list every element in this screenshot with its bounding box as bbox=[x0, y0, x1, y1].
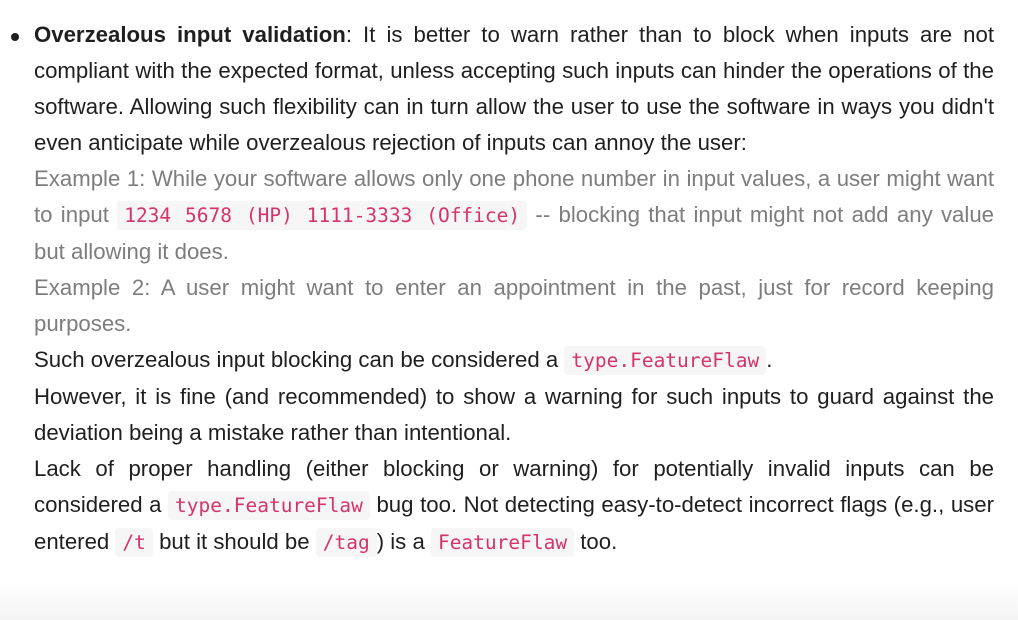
intro-paragraph: Overzealous input validation: It is bett… bbox=[34, 17, 994, 161]
however-paragraph: However, it is fine (and recommended) to… bbox=[34, 379, 994, 451]
blocking-paragraph: Such overzealous input blocking can be c… bbox=[34, 342, 994, 379]
lack-text-3: but it should be bbox=[152, 529, 316, 554]
lack-text-5: too. bbox=[574, 529, 618, 554]
list-item-overzealous-input-validation: Overzealous input validation: It is bett… bbox=[11, 17, 994, 561]
however-text: However, it is fine (and recommended) to… bbox=[34, 384, 994, 445]
feature-flaw-code: type.FeatureFlaw bbox=[564, 346, 767, 375]
t-flag-code: /t bbox=[115, 528, 153, 557]
bullet-icon bbox=[11, 33, 19, 41]
bullet-list: Overzealous input validation: It is bett… bbox=[11, 17, 994, 561]
example-2-paragraph: Example 2: A user might want to enter an… bbox=[34, 270, 994, 342]
example-1-paragraph: Example 1: While your software allows on… bbox=[34, 161, 994, 270]
blocking-text-after: . bbox=[766, 347, 773, 372]
feature-flaw-code: type.FeatureFlaw bbox=[168, 491, 370, 520]
item-heading: Overzealous input validation bbox=[34, 22, 346, 47]
feature-flaw-code: FeatureFlaw bbox=[430, 528, 575, 557]
example-2-text: Example 2: A user might want to enter an… bbox=[34, 275, 994, 336]
example-1-code: 1234 5678 (HP) 1111-3333 (Office) bbox=[117, 201, 528, 230]
lack-paragraph: Lack of proper handling (either blocking… bbox=[34, 451, 994, 561]
blocking-text-before: Such overzealous input blocking can be c… bbox=[34, 347, 565, 372]
lack-text-4: ) is a bbox=[376, 529, 431, 554]
bottom-fade bbox=[0, 582, 1018, 620]
tag-flag-code: /tag bbox=[315, 528, 377, 557]
